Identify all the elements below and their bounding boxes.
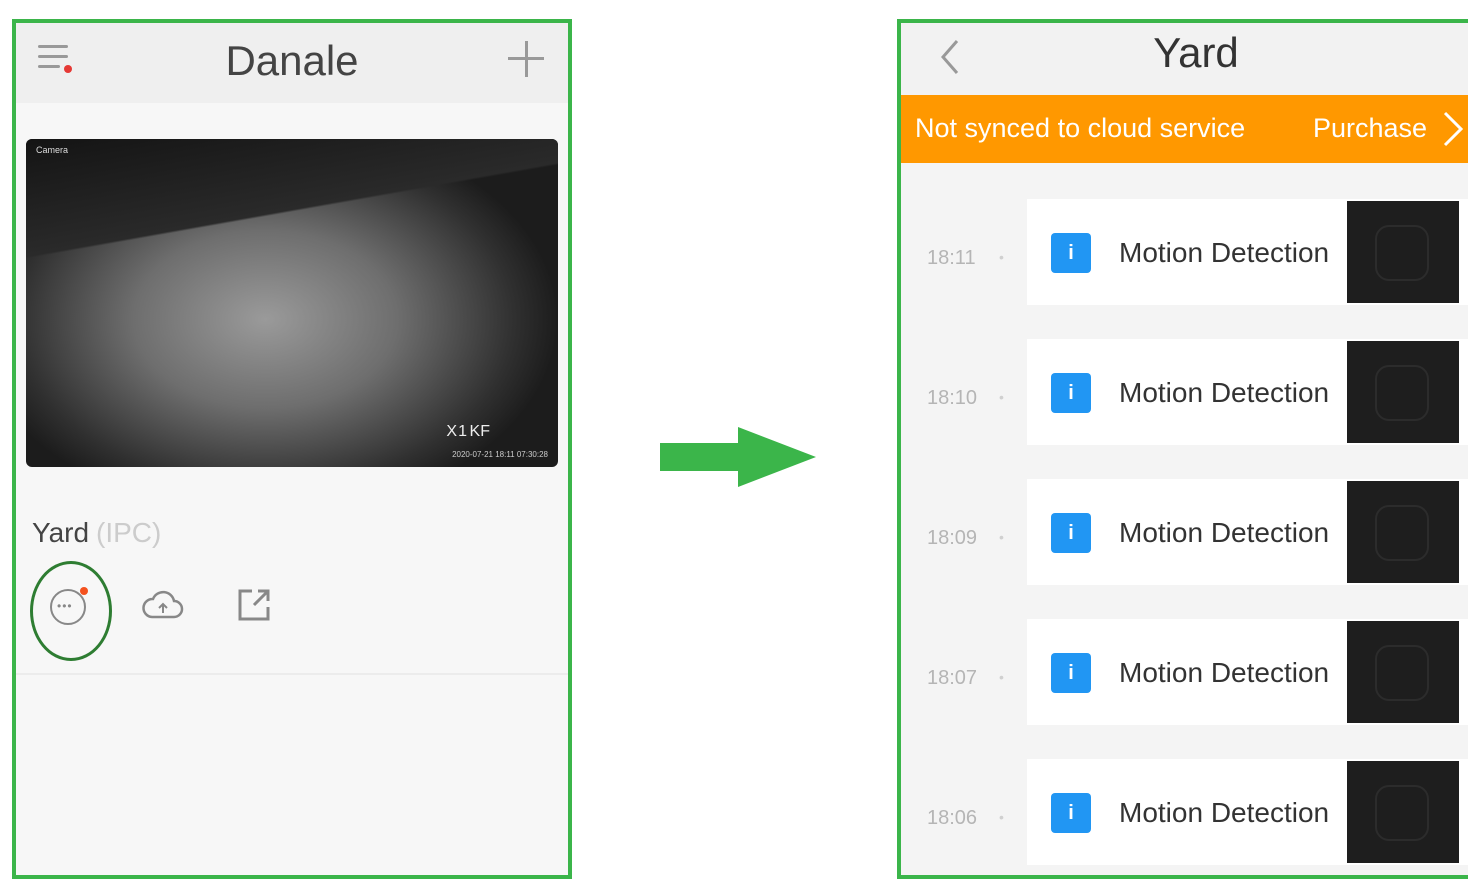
event-label: Motion Detection [1119, 377, 1330, 408]
event-thumbnail[interactable] [1347, 761, 1459, 863]
info-icon: i [1051, 793, 1091, 833]
event-card[interactable]: i Motion Detection [1027, 479, 1468, 585]
video-timestamp: 2020-07-21 18:11 07:30:28 [452, 450, 548, 459]
event-label: Motion Detection [1119, 657, 1330, 688]
video-rate-indicator: KF [469, 423, 490, 440]
banner-text: Not synced to cloud service [915, 113, 1246, 143]
device-type: (IPC) [96, 517, 162, 548]
yard-events-screen: Yard Not synced to cloud service Purchas… [897, 19, 1468, 879]
cloud-sync-banner[interactable]: Not synced to cloud service Purchase [901, 95, 1468, 163]
divider [16, 673, 568, 675]
event-time: 18:11 [927, 247, 976, 269]
event-time: 18:09 [927, 527, 978, 549]
event-label: Motion Detection [1119, 237, 1330, 268]
danale-home-screen: Danale Camera X1 KF 2020-07-21 18:11 07:… [12, 19, 572, 879]
list-item: 18:10 • i Motion Detection [901, 339, 1468, 449]
home-header: Danale [16, 23, 568, 103]
event-thumbnail[interactable] [1347, 201, 1459, 303]
event-thumbnail[interactable] [1347, 341, 1459, 443]
list-item: 18:06 • i Motion Detection [901, 759, 1468, 869]
app-title: Danale [225, 37, 359, 84]
video-zoom-indicator: X1 [446, 423, 468, 440]
event-card[interactable]: i Motion Detection [1027, 759, 1468, 865]
camera-video-preview[interactable]: Camera X1 KF 2020-07-21 18:11 07:30:28 [26, 139, 558, 467]
event-card[interactable]: i Motion Detection [1027, 619, 1468, 725]
event-time: 18:10 [927, 387, 978, 409]
right-arrow-icon [660, 427, 816, 487]
event-label: Motion Detection [1119, 517, 1330, 548]
event-time: 18:07 [927, 667, 978, 689]
message-icon[interactable]: ••• [30, 561, 112, 663]
video-overlay-label: Camera [36, 145, 69, 155]
info-icon: i [1051, 233, 1091, 273]
event-thumbnail[interactable] [1347, 621, 1459, 723]
plus-icon[interactable] [508, 41, 544, 77]
event-card[interactable]: i Motion Detection [1027, 199, 1468, 305]
purchase-link[interactable]: Purchase [1313, 113, 1427, 144]
info-icon: i [1051, 653, 1091, 693]
info-icon: i [1051, 373, 1091, 413]
event-time: 18:06 [927, 807, 978, 829]
events-header: Yard [901, 23, 1468, 95]
chevron-right-icon [1443, 111, 1464, 147]
event-thumbnail[interactable] [1347, 481, 1459, 583]
screen-title: Yard [1153, 29, 1239, 76]
event-label: Motion Detection [1119, 797, 1330, 828]
list-item: 18:07 • i Motion Detection [901, 619, 1468, 729]
list-item: 18:11 • i Motion Detection [901, 199, 1468, 309]
info-icon: i [1051, 513, 1091, 553]
event-card[interactable]: i Motion Detection [1027, 339, 1468, 445]
device-name: Yard [32, 517, 90, 548]
share-icon[interactable] [234, 585, 274, 625]
cloud-upload-icon[interactable] [142, 587, 184, 623]
list-item: 18:09 • i Motion Detection [901, 479, 1468, 589]
